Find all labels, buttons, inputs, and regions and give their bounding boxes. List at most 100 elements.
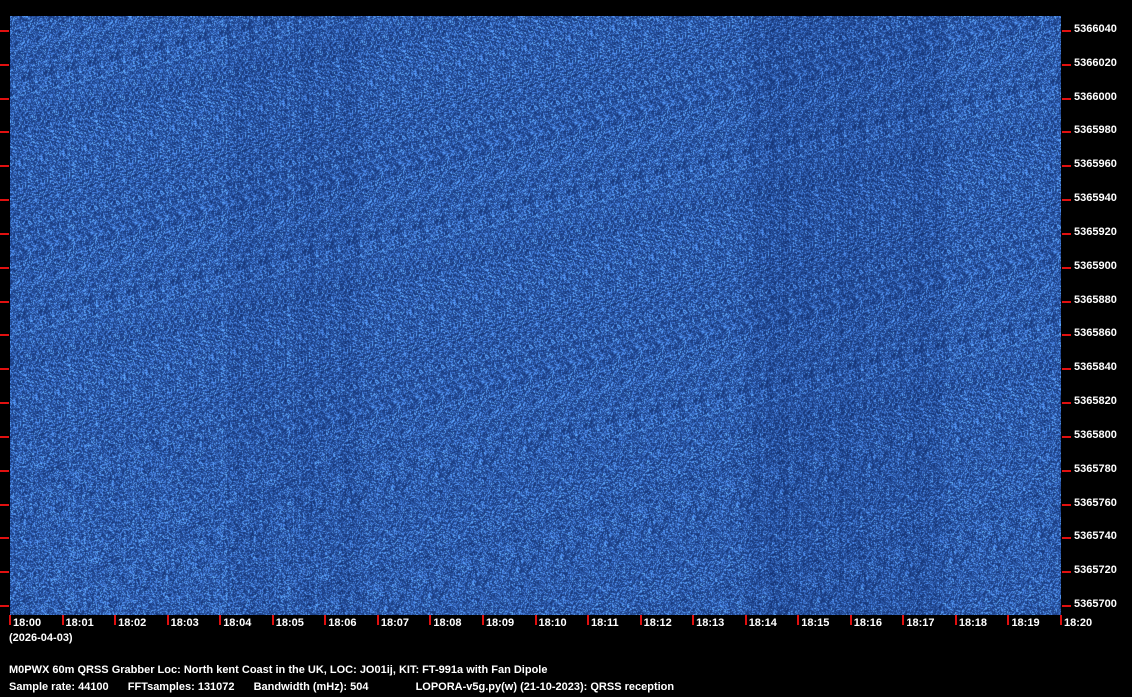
y-tick-right [1062, 435, 1071, 438]
y-tick-label: 5365720 [1074, 564, 1117, 577]
y-tick-left [0, 503, 9, 506]
software-version: LOPORA-v5g.py(w) (21-10-2023): QRSS rece… [415, 681, 675, 693]
x-tick-label: 18:20 [1064, 617, 1093, 629]
x-tick [166, 615, 169, 625]
y-tick-label: 5365980 [1074, 124, 1117, 137]
y-tick-right [1062, 368, 1071, 371]
y-tick-label: 5365940 [1074, 192, 1117, 205]
y-tick-left [0, 63, 9, 66]
x-tick-label: 18:11 [591, 617, 619, 629]
x-tick-label: 18:02 [118, 617, 147, 629]
x-tick [219, 615, 222, 625]
y-tick-label: 5366000 [1074, 90, 1117, 103]
x-tick-label: 18:12 [643, 617, 672, 629]
x-tick [1060, 615, 1062, 625]
x-tick-label: 18:14 [748, 617, 777, 629]
y-tick-left [0, 30, 9, 32]
y-tick-right [1062, 571, 1071, 574]
y-tick-label: 5365900 [1074, 259, 1117, 272]
x-tick [587, 615, 590, 625]
x-tick [744, 615, 747, 625]
y-tick-right [1062, 300, 1071, 303]
y-tick-right [1062, 334, 1071, 337]
y-tick-right [1062, 131, 1071, 134]
y-tick-left [0, 469, 9, 472]
x-tick-label: 18:06 [328, 617, 357, 629]
y-tick-left [0, 571, 9, 574]
x-tick [114, 615, 117, 625]
x-tick-label: 18:01 [65, 617, 94, 629]
date-label: (2026-04-03) [9, 632, 73, 644]
x-tick [376, 615, 379, 625]
y-tick-left [0, 300, 9, 303]
x-tick [271, 615, 274, 625]
y-tick-label: 5366020 [1074, 56, 1117, 69]
y-tick-left [0, 605, 9, 607]
spectrogram-waterfall [10, 16, 1061, 615]
y-tick-label: 5365800 [1074, 428, 1117, 441]
y-tick-label: 5365960 [1074, 158, 1117, 171]
y-tick-left [0, 402, 9, 405]
x-tick [849, 615, 852, 625]
x-tick [797, 615, 800, 625]
x-tick [481, 615, 484, 625]
y-tick-left [0, 97, 9, 100]
x-tick-label: 18:00 [13, 617, 42, 629]
bandwidth: Bandwidth (mHz): 504 [253, 681, 369, 693]
x-tick [954, 615, 957, 625]
x-tick [61, 615, 64, 625]
x-tick [534, 615, 537, 625]
y-tick-left [0, 368, 9, 371]
y-tick-label: 5365820 [1074, 395, 1117, 408]
y-tick-left [0, 199, 9, 202]
x-tick [429, 615, 432, 625]
x-tick-label: 18:16 [853, 617, 882, 629]
x-tick-label: 18:09 [485, 617, 515, 629]
y-tick-left [0, 435, 9, 438]
y-tick-left [0, 131, 9, 134]
y-tick-label: 5365700 [1074, 598, 1117, 610]
y-tick-label: 5365740 [1074, 530, 1117, 543]
x-tick-label: 18:08 [433, 617, 462, 629]
y-tick-right [1062, 30, 1071, 32]
y-tick-left [0, 165, 9, 168]
x-tick-label: 18:05 [275, 617, 304, 629]
x-tick [9, 615, 11, 625]
x-tick [324, 615, 327, 625]
y-tick-label: 5365860 [1074, 327, 1117, 340]
x-tick [902, 615, 905, 625]
y-tick-right [1062, 402, 1071, 405]
y-tick-label: 5365760 [1074, 496, 1117, 509]
x-tick-label: 18:04 [223, 617, 252, 629]
sample-rate: Sample rate: 44100 [9, 681, 109, 693]
y-tick-label: 5365880 [1074, 293, 1117, 306]
y-tick-left [0, 334, 9, 337]
y-tick-right [1062, 97, 1071, 100]
y-tick-right [1062, 232, 1071, 235]
x-tick-label: 18:13 [696, 617, 725, 629]
x-tick-label: 18:19 [1011, 617, 1040, 629]
y-tick-right [1062, 63, 1071, 66]
settings-line: Sample rate: 44100 FFTsamples: 131072 Ba… [9, 681, 690, 693]
y-tick-label: 5365780 [1074, 462, 1117, 475]
x-tick-label: 18:17 [906, 617, 935, 629]
y-tick-left [0, 537, 9, 540]
y-tick-left [0, 266, 9, 269]
y-tick-right [1062, 537, 1071, 540]
x-tick-label: 18:10 [538, 617, 567, 629]
y-tick-right [1062, 469, 1071, 472]
y-tick-label: 5365920 [1074, 225, 1117, 238]
grabber-title: M0PWX 60m QRSS Grabber Loc: North kent C… [9, 664, 548, 676]
x-tick [1007, 615, 1010, 625]
y-tick-left [0, 232, 9, 235]
x-tick-label: 18:07 [380, 617, 409, 629]
x-tick [639, 615, 642, 625]
y-tick-right [1062, 165, 1071, 168]
y-tick-right [1062, 199, 1071, 202]
y-tick-right [1062, 605, 1071, 607]
y-tick-label: 5366040 [1074, 23, 1117, 35]
y-tick-right [1062, 503, 1071, 506]
y-tick-right [1062, 266, 1071, 269]
x-tick-label: 18:03 [170, 617, 199, 629]
x-tick [692, 615, 695, 625]
